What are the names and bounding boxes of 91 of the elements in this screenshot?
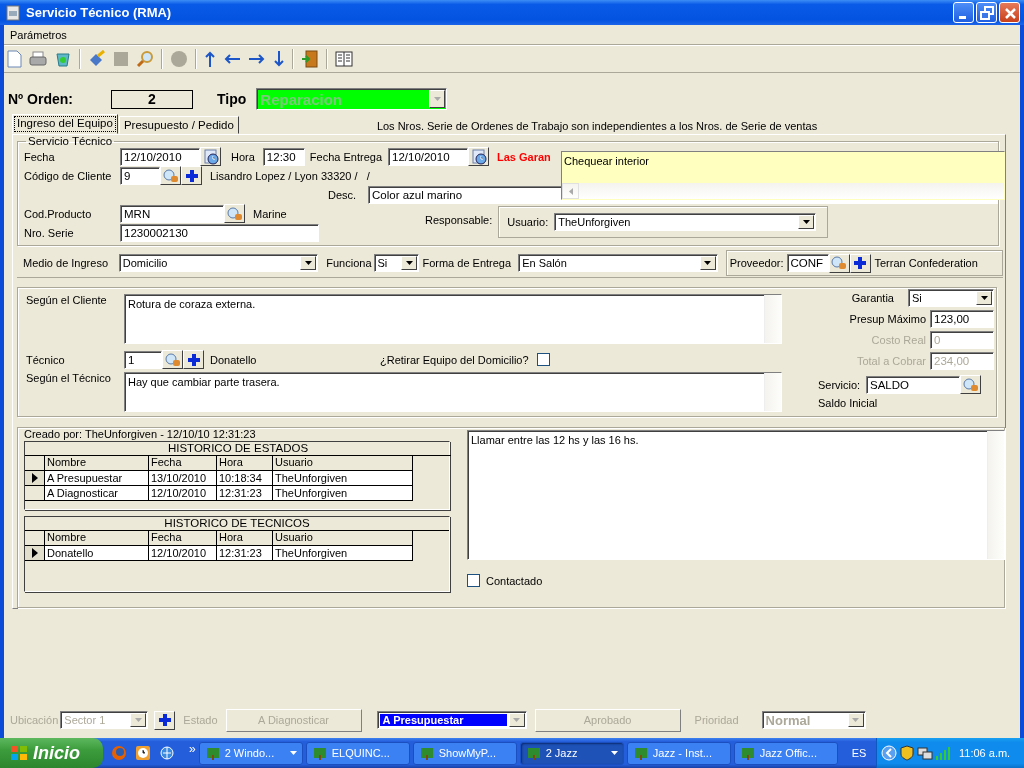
- order-number-field: 2: [111, 89, 193, 109]
- supplier-name: Terran Confederation: [874, 257, 978, 269]
- task-button[interactable]: ShowMyP...: [412, 741, 517, 765]
- info-note: Los Nros. Serie de Ordenes de Trabajo son independientes a los Nros. de Serie de ventas: [376, 120, 818, 132]
- column-header[interactable]: Usuario: [273, 456, 413, 471]
- table-cell: TheUnforgiven: [273, 486, 413, 501]
- table-cell: 10:18:34: [217, 471, 273, 486]
- table-cell: Donatello: [45, 546, 149, 561]
- popup-text: Chequear interior: [563, 154, 650, 169]
- more-button[interactable]: »: [189, 742, 196, 756]
- task-button[interactable]: 2 Jazz: [519, 741, 624, 765]
- field-label: Responsable:: [425, 214, 493, 226]
- technician-notes-field[interactable]: Hay que cambiar parte trasera.: [124, 372, 782, 412]
- field-label: Fecha Entrega: [309, 150, 382, 163]
- field-label: Prioridad: [694, 714, 739, 726]
- task-button[interactable]: Jazz Offic...: [733, 741, 838, 765]
- created-by-text: Creado por: TheUnforgiven - 12/10/10 12:31:23: [24, 428, 257, 440]
- field-label: Costo Real: [871, 334, 926, 346]
- column-header[interactable]: Fecha: [149, 531, 217, 546]
- table-cell: 12/10/2010: [149, 546, 217, 561]
- field-label: Cod.Producto: [24, 207, 93, 220]
- field-label: Según el Cliente: [26, 294, 108, 306]
- table-cell: A Diagnosticar: [45, 486, 149, 501]
- table-cell: 13/10/2010: [149, 471, 217, 486]
- clock: 11:06 a.m.: [959, 747, 1011, 759]
- date-field[interactable]: 12/10/2010: [388, 147, 468, 166]
- task-button[interactable]: 2 Windo...: [198, 741, 303, 765]
- product-code-field[interactable]: MRN: [120, 204, 224, 223]
- column-header[interactable]: Hora: [217, 531, 273, 546]
- notes-field[interactable]: Llamar entre las 12 hs y las 16 hs.: [467, 430, 1005, 560]
- field-label: Técnico: [26, 353, 66, 366]
- language-indicator[interactable]: ES: [851, 747, 874, 759]
- start-button[interactable]: Inicio: [0, 738, 103, 768]
- tab[interactable]: Ingreso del Equipo: [12, 114, 118, 134]
- technician-name: Donatello: [210, 353, 258, 366]
- warning-text: Las Garan: [497, 150, 551, 163]
- field-label: Código de Cliente: [24, 169, 113, 182]
- table-cell: A Presupuestar: [45, 471, 149, 486]
- field-label: Fecha: [24, 150, 56, 163]
- order-number-label: Nº Orden:: [8, 91, 74, 107]
- service-field[interactable]: SALDO: [866, 375, 960, 394]
- menu-item[interactable]: Parámetros: [6, 28, 71, 41]
- column-header[interactable]: Fecha: [149, 456, 217, 471]
- field-label: Según el Técnico: [26, 372, 112, 384]
- technician-field[interactable]: 1: [124, 350, 162, 369]
- table-cell: 12:31:23: [217, 546, 273, 561]
- group-title: Servicio Técnico: [27, 135, 114, 147]
- type-label: Tipo: [217, 91, 247, 107]
- field-label: Total a Cobrar: [856, 355, 926, 367]
- client-notes-field[interactable]: Rotura de coraza externa.: [124, 294, 782, 344]
- field-label: Proveedor:: [729, 257, 784, 269]
- table-cell: TheUnforgiven: [273, 471, 413, 486]
- task-button[interactable]: ELQUINC...: [305, 741, 410, 765]
- field-label: Usuario:: [507, 216, 549, 228]
- window-title: Servicio Técnico (RMA): [26, 5, 173, 20]
- date-field[interactable]: 12/10/2010: [120, 147, 200, 166]
- intake-dropdown[interactable]: Domicilio: [118, 254, 319, 272]
- user-dropdown[interactable]: TheUnforgiven: [554, 213, 817, 231]
- table-cell: 12:31:23: [217, 486, 273, 501]
- column-header[interactable]: Nombre: [45, 531, 149, 546]
- field-label: Nro. Serie: [24, 226, 75, 239]
- field-label: Desc.: [328, 188, 358, 201]
- field-label: Hora: [231, 150, 255, 163]
- task-button[interactable]: Jazz - Inst...: [626, 741, 731, 765]
- field-label: Presup Máximo: [849, 313, 926, 325]
- column-header[interactable]: Usuario: [273, 531, 413, 546]
- field-label: Forma de Entrega: [422, 257, 513, 269]
- client-info: Lisandro Lopez / Lyon 33320 / /: [210, 169, 370, 182]
- serial-number-field[interactable]: 1230002130: [120, 223, 319, 242]
- supplier-field[interactable]: CONF: [786, 254, 829, 272]
- warranty-dropdown[interactable]: Si: [908, 289, 994, 307]
- amount-field[interactable]: 123,00: [930, 310, 994, 328]
- table-cell: 12/10/2010: [149, 486, 217, 501]
- time-field[interactable]: 12:30: [262, 147, 305, 166]
- field-label: Servicio:: [818, 378, 862, 391]
- checkbox-label: Contactado: [486, 574, 543, 587]
- product-name: Marine: [253, 207, 287, 220]
- field-label: Medio de Ingreso: [23, 257, 109, 269]
- table-cell: TheUnforgiven: [273, 546, 413, 561]
- column-header[interactable]: Hora: [217, 456, 273, 471]
- field-label: Funciona: [326, 257, 372, 269]
- delivery-dropdown[interactable]: En Salón: [518, 254, 718, 272]
- field-label: Estado: [183, 714, 218, 726]
- tab[interactable]: Presupuesto / Pedido: [118, 116, 239, 134]
- checkbox-label: ¿Retirar Equipo del Domicilio?: [380, 353, 529, 366]
- client-code-field[interactable]: 9: [120, 166, 160, 185]
- column-header[interactable]: Nombre: [45, 456, 149, 471]
- field-label: Garantia: [851, 292, 894, 304]
- works-dropdown[interactable]: Si: [373, 254, 420, 272]
- service-name: Saldo Inicial: [818, 397, 879, 409]
- field-label: Ubicación: [10, 714, 59, 726]
